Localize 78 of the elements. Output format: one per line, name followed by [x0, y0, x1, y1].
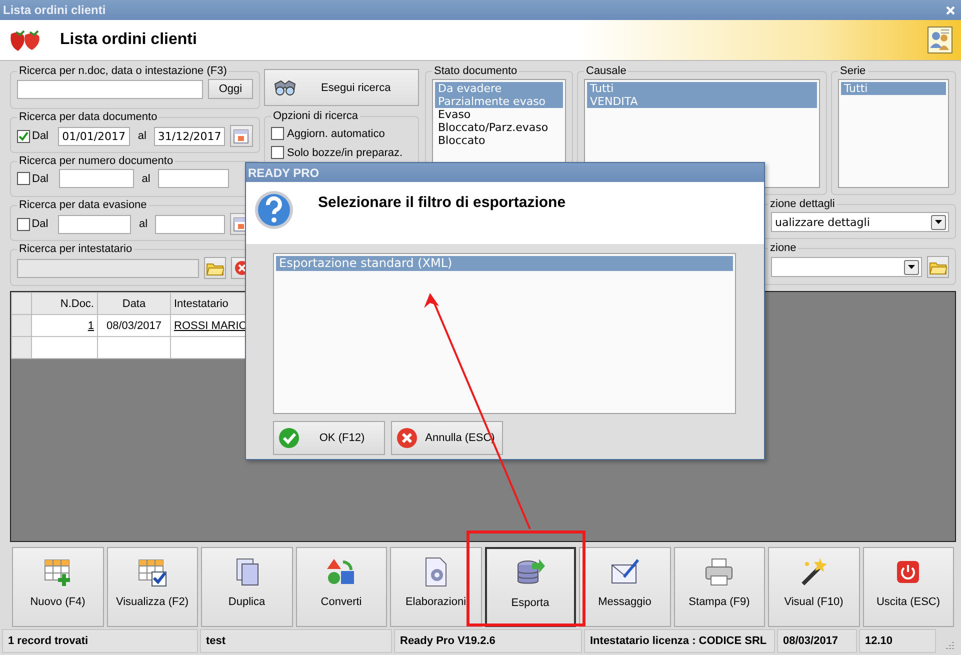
row-header	[12, 292, 32, 314]
status-text: Intestatario licenza : CODICE SRL	[584, 629, 775, 653]
question-icon	[254, 190, 294, 230]
checkbox-label: Aggiorn. automatico	[287, 128, 385, 140]
group-label: zione dettagli	[769, 198, 836, 210]
group-label: Ricerca per data documento	[18, 111, 158, 123]
group-label: Ricerca per intestatario	[18, 243, 134, 255]
dropdown[interactable]	[771, 257, 922, 277]
list-item[interactable]: Bloccato/Parz.evaso	[435, 121, 563, 134]
range-label: al	[140, 172, 152, 184]
toolbar-button[interactable]: Nuovo (F4)	[12, 547, 104, 627]
toolbar-button[interactable]: Visualizza (F2)	[106, 547, 198, 627]
group-label: Opzioni di ricerca	[272, 110, 359, 122]
group-label: Ricerca per n.doc, data o intestazione (F3)	[18, 65, 228, 77]
table-cell[interactable]: 1	[32, 314, 98, 336]
checkbox-label: Dal	[32, 218, 50, 230]
toolbar-button[interactable]: Duplica	[201, 547, 292, 627]
group-label: Serie	[839, 65, 867, 77]
ok-button[interactable]: OK (F12)	[273, 421, 385, 455]
toolbar-button[interactable]: Stampa (F9)	[674, 547, 765, 627]
dialog-title: READY PRO	[246, 163, 764, 182]
status-text: 1 record trovati	[2, 629, 198, 653]
from-field[interactable]	[59, 169, 134, 188]
column-header[interactable]: N.Doc.	[32, 292, 98, 314]
checkbox[interactable]	[17, 218, 30, 230]
range-label: al	[138, 218, 149, 230]
group-label: Ricerca per numero documento	[18, 155, 174, 167]
toolbar-button[interactable]: Messaggio	[579, 547, 670, 627]
search-button[interactable]: Esegui ricerca	[264, 69, 419, 106]
dialog-message: Selezionare il filtro di esportazione	[318, 194, 566, 213]
checkbox[interactable]	[17, 130, 30, 142]
group-label: zione	[769, 242, 798, 254]
calendar-icon	[233, 128, 250, 144]
resize-grip-icon	[944, 639, 954, 649]
checkmark-icon	[278, 427, 300, 449]
browse-button[interactable]	[927, 256, 949, 278]
checkbox-label: Dal	[32, 172, 50, 184]
group-label: Causale	[585, 65, 628, 77]
column-header[interactable]: Data	[98, 292, 170, 314]
group-label: Ricerca per data evasione	[18, 199, 148, 211]
to-field[interactable]	[158, 169, 229, 188]
binoculars-icon	[273, 80, 297, 96]
toolbar-button[interactable]: Esporta	[484, 547, 576, 627]
to-field[interactable]	[155, 214, 225, 234]
list-item[interactable]: Evaso	[435, 108, 563, 121]
toolbar-button[interactable]: Uscita (ESC)	[862, 547, 954, 627]
checkbox-label: Solo bozze/in preparaz.	[287, 146, 403, 158]
close-icon[interactable]	[946, 6, 955, 14]
range-label: al	[136, 130, 148, 142]
status-text: test	[200, 629, 392, 653]
dropdown-arrow-icon	[935, 220, 942, 224]
checkbox[interactable]	[271, 146, 284, 159]
today-button[interactable]: Oggi	[208, 79, 253, 99]
browse-button[interactable]	[204, 257, 226, 279]
from-field[interactable]: 01/01/2017	[58, 126, 130, 146]
to-field[interactable]: 31/12/2017	[154, 126, 225, 146]
users-document-icon[interactable]	[927, 26, 953, 54]
checkbox[interactable]	[17, 172, 30, 185]
toolbar-button[interactable]: Visual (F10)	[768, 547, 860, 627]
group-label: Stato documento	[433, 65, 518, 77]
page-heading: Lista ordini clienti	[60, 31, 198, 49]
window-title: Lista ordini clienti	[3, 3, 106, 17]
search-field[interactable]	[17, 80, 203, 98]
toolbar-button[interactable]: Converti	[296, 547, 387, 627]
status-text: 08/03/2017	[777, 629, 857, 653]
printer-icon	[703, 556, 736, 588]
cross-icon	[396, 427, 418, 449]
from-field[interactable]	[58, 214, 132, 234]
details-dropdown[interactable]: ualizzare dettagli	[771, 212, 949, 232]
calendar-button[interactable]	[230, 125, 253, 147]
toolbar-button[interactable]: Elaborazioni	[390, 547, 482, 627]
checkbox[interactable]	[271, 127, 284, 140]
status-text: 12.10	[859, 629, 936, 653]
table-cell[interactable]: 08/03/2017	[98, 314, 170, 336]
checkbox-label: Dal	[32, 130, 50, 142]
list-item[interactable]: Bloccato	[435, 134, 563, 147]
status-text: Ready Pro V19.2.6	[394, 629, 582, 653]
dropdown-arrow-icon	[908, 265, 915, 269]
